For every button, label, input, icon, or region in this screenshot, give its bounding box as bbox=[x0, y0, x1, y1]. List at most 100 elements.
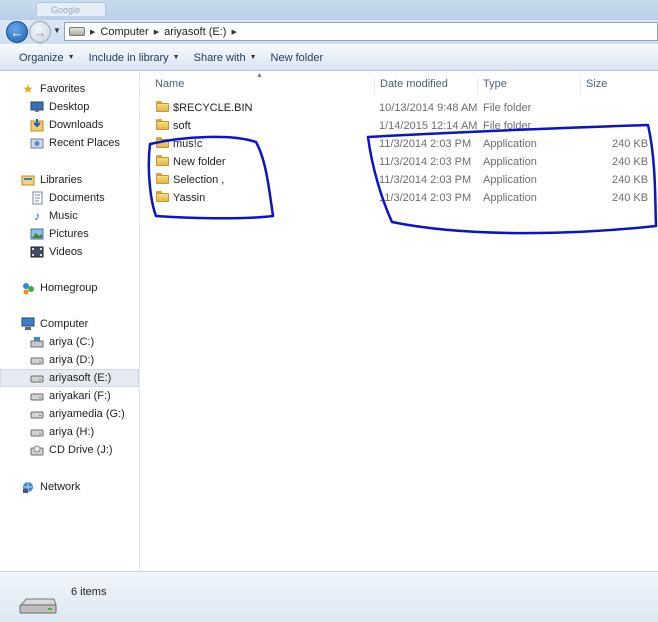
file-date: 11/3/2014 2:03 PM bbox=[379, 192, 472, 204]
file-size: 240 KB bbox=[612, 138, 649, 150]
file-name: Selection , bbox=[173, 174, 225, 186]
file-type: Application bbox=[483, 156, 537, 168]
nav-drive-f[interactable]: ariyakari (F:) bbox=[0, 387, 139, 405]
forward-button[interactable]: → bbox=[29, 21, 51, 43]
drive-icon bbox=[19, 598, 57, 614]
nav-cd-drive-j[interactable]: CD Drive (J:) bbox=[0, 441, 139, 459]
column-size[interactable]: Size bbox=[580, 78, 656, 94]
nav-homegroup[interactable]: Homegroup bbox=[0, 279, 139, 297]
file-size: 240 KB bbox=[612, 192, 649, 204]
organize-button[interactable]: Organize ▼ bbox=[12, 47, 82, 69]
nav-drive-d[interactable]: ariya (D:) bbox=[0, 351, 139, 369]
file-row[interactable]: mus!c 11/3/2014 2:03 PM Application 240 … bbox=[140, 135, 658, 153]
file-size: 240 KB bbox=[612, 156, 649, 168]
star-icon: ★ bbox=[22, 82, 34, 96]
nav-drive-c[interactable]: ariya (C:) bbox=[0, 333, 139, 351]
nav-pictures[interactable]: Pictures bbox=[0, 225, 139, 243]
drive-icon bbox=[29, 370, 45, 386]
nav-label: Documents bbox=[49, 192, 105, 204]
nav-label: Favorites bbox=[40, 83, 86, 95]
nav-videos[interactable]: Videos bbox=[0, 243, 139, 261]
include-in-library-button[interactable]: Include in library ▼ bbox=[82, 47, 187, 69]
column-header-row: ▲ Name Date modified Type Size bbox=[140, 72, 658, 94]
file-date: 11/3/2014 2:03 PM bbox=[379, 156, 472, 168]
chevron-right-icon[interactable]: ▶ bbox=[154, 28, 159, 36]
file-row[interactable]: $RECYCLE.BIN 10/13/2014 9:48 AM File fol… bbox=[140, 99, 658, 117]
network-icon bbox=[20, 479, 36, 495]
file-type: Application bbox=[483, 192, 537, 204]
file-name: mus!c bbox=[173, 138, 203, 150]
file-date: 10/13/2014 9:48 AM bbox=[379, 102, 478, 114]
nav-drive-g[interactable]: ariyamedia (G:) bbox=[0, 405, 139, 423]
file-type: Application bbox=[483, 174, 537, 186]
file-date: 11/3/2014 2:03 PM bbox=[379, 174, 472, 186]
cd-drive-icon bbox=[29, 442, 45, 458]
libraries-icon bbox=[20, 172, 36, 188]
breadcrumb-drive[interactable]: ariyasoft (E:) bbox=[164, 26, 226, 38]
file-row[interactable]: Selection , 11/3/2014 2:03 PM Applicatio… bbox=[140, 171, 658, 189]
recent-pages-dropdown[interactable]: ▼ bbox=[53, 26, 61, 35]
nav-label: Libraries bbox=[40, 174, 83, 186]
nav-documents[interactable]: Documents bbox=[0, 189, 139, 207]
nav-label: ariya (C:) bbox=[49, 336, 95, 348]
folder-icon bbox=[156, 191, 169, 202]
new-folder-label: New folder bbox=[270, 51, 324, 64]
homegroup-icon bbox=[20, 280, 36, 296]
file-name: New folder bbox=[173, 156, 226, 168]
details-pane: 6 items bbox=[0, 571, 658, 622]
file-row[interactable]: Yassin 11/3/2014 2:03 PM Application 240… bbox=[140, 189, 658, 207]
column-name[interactable]: Name bbox=[155, 78, 371, 94]
file-date: 11/3/2014 2:03 PM bbox=[379, 138, 472, 150]
nav-label: ariyamedia (G:) bbox=[49, 408, 125, 420]
nav-drive-e[interactable]: ariyasoft (E:) bbox=[0, 369, 139, 387]
column-date-modified[interactable]: Date modified bbox=[374, 78, 478, 94]
nav-computer[interactable]: Computer bbox=[0, 315, 139, 333]
item-count: 6 items bbox=[71, 586, 107, 598]
nav-label: Pictures bbox=[49, 228, 89, 240]
file-name: Yassin bbox=[173, 192, 206, 204]
navigation-pane: ★ Favorites Desktop Downloads Recent Pla… bbox=[0, 72, 140, 571]
drive-icon bbox=[29, 424, 45, 440]
file-type: File folder bbox=[483, 102, 532, 114]
nav-downloads[interactable]: Downloads bbox=[0, 116, 139, 134]
chevron-right-icon[interactable]: ▶ bbox=[231, 28, 236, 36]
file-size: 240 KB bbox=[612, 174, 649, 186]
column-type[interactable]: Type bbox=[477, 78, 581, 94]
nav-label: Videos bbox=[49, 246, 83, 258]
nav-label: ariya (D:) bbox=[49, 354, 95, 366]
address-bar[interactable]: ▶ Computer ▶ ariyasoft (E:) ▶ bbox=[64, 22, 658, 41]
folder-icon bbox=[156, 119, 169, 130]
drive-icon bbox=[29, 406, 45, 422]
computer-icon bbox=[20, 316, 36, 332]
nav-label: CD Drive (J:) bbox=[49, 444, 113, 456]
chevron-right-icon[interactable]: ▶ bbox=[90, 28, 95, 36]
nav-music[interactable]: ♪ Music bbox=[0, 207, 139, 225]
folder-icon bbox=[156, 101, 169, 112]
nav-favorites[interactable]: ★ Favorites bbox=[0, 80, 139, 98]
documents-icon bbox=[29, 190, 45, 206]
system-drive-icon bbox=[29, 334, 45, 350]
file-row[interactable]: New folder 11/3/2014 2:03 PM Application… bbox=[140, 153, 658, 171]
nav-network[interactable]: Network bbox=[0, 478, 139, 496]
file-list: ▲ Name Date modified Type Size $RECYCLE.… bbox=[140, 72, 658, 571]
back-button[interactable]: ← bbox=[6, 21, 28, 43]
file-name: $RECYCLE.BIN bbox=[173, 102, 253, 114]
nav-desktop[interactable]: Desktop bbox=[0, 98, 139, 116]
share-with-button[interactable]: Share with ▼ bbox=[187, 47, 264, 69]
breadcrumb-computer[interactable]: Computer bbox=[100, 26, 148, 38]
music-icon: ♪ bbox=[34, 209, 40, 223]
nav-recent-places[interactable]: Recent Places bbox=[0, 134, 139, 152]
file-type: Application bbox=[483, 138, 537, 150]
nav-drive-h[interactable]: ariya (H:) bbox=[0, 423, 139, 441]
nav-label: ariyasoft (E:) bbox=[49, 372, 112, 384]
nav-label: Computer bbox=[40, 318, 89, 330]
new-folder-button[interactable]: New folder bbox=[264, 47, 331, 69]
folder-icon bbox=[156, 137, 169, 148]
drive-icon bbox=[69, 27, 85, 36]
nav-label: Downloads bbox=[49, 119, 104, 131]
nav-libraries[interactable]: Libraries bbox=[0, 171, 139, 189]
downloads-icon bbox=[29, 117, 45, 133]
chevron-down-icon: ▼ bbox=[67, 54, 75, 61]
file-row[interactable]: soft 1/14/2015 12:14 AM File folder bbox=[140, 117, 658, 135]
chevron-down-icon: ▼ bbox=[172, 54, 180, 61]
